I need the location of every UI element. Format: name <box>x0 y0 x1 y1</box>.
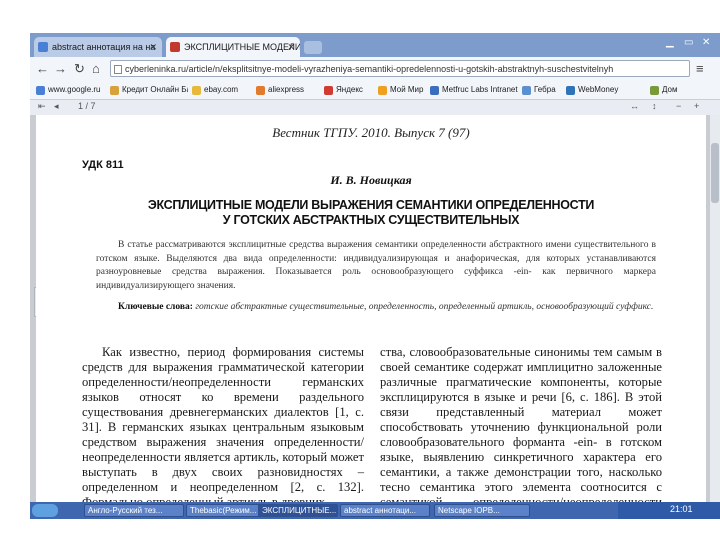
wrench-menu-icon[interactable]: ≡ <box>696 61 704 76</box>
body-column-right: ства, словообразовательные синонимы тем … <box>380 345 662 502</box>
left-margin-area <box>0 0 30 540</box>
bookmark-favicon-icon <box>566 86 575 95</box>
tab-abstract[interactable]: abstract аннотация на на ✕ <box>34 37 162 57</box>
page-indicator[interactable]: 1 / 7 <box>78 101 96 111</box>
body-column-left: Как известно, период формирования систем… <box>82 345 364 502</box>
bookmark-favicon-icon <box>430 86 439 95</box>
forward-icon[interactable]: → <box>54 61 67 77</box>
close-tab-icon[interactable]: ✕ <box>149 37 157 57</box>
page-icon <box>114 65 122 74</box>
cyberleninka-favicon-icon <box>170 42 180 52</box>
pdf-viewer: › Вестник ТГПУ. 2010. Выпуск 7 (97) УДК … <box>30 115 720 502</box>
url-text: cyberleninka.ru/article/n/eksplitsitnye-… <box>125 64 614 74</box>
address-bar[interactable]: cyberleninka.ru/article/n/eksplitsitnye-… <box>110 60 690 77</box>
close-window-icon[interactable]: ✕ <box>702 37 710 48</box>
journal-header: Вестник ТГПУ. 2010. Выпуск 7 (97) <box>272 125 470 140</box>
fit-width-icon[interactable]: ↔ <box>630 101 639 111</box>
zoom-in-icon[interactable]: + <box>694 101 699 111</box>
bookmark-favicon-icon <box>522 86 531 95</box>
scrollbar-thumb[interactable] <box>711 143 719 203</box>
bookmark-favicon-icon <box>256 86 265 95</box>
bookmark-favicon-icon <box>378 86 387 95</box>
taskbar-item-active[interactable]: ЭКСПЛИЦИТНЫЕ... <box>258 504 338 517</box>
tab-article[interactable]: ЭКСПЛИЦИТНЫЕ МОДЕЛИ ✕ <box>166 37 300 57</box>
document-page: Вестник ТГПУ. 2010. Выпуск 7 (97) УДК 81… <box>36 115 706 502</box>
article-title-line1: ЭКСПЛИЦИТНЫЕ МОДЕЛИ ВЫРАЖЕНИЯ СЕМАНТИКИ … <box>147 198 595 212</box>
first-page-icon[interactable]: ⇤ <box>38 101 46 112</box>
keywords-paragraph: Ключевые слова: готские абстрактные суще… <box>96 301 656 315</box>
udk-code: УДК 811 <box>82 159 124 171</box>
system-tray <box>618 502 720 519</box>
pdf-toolbar: ⇤ ◂ 1 / 7 ↔ ↕ − + <box>30 100 720 116</box>
keywords-text: готские абстрактные существительные, опр… <box>195 302 654 312</box>
minimize-icon[interactable]: ▁ <box>666 37 674 48</box>
start-button[interactable] <box>32 504 58 517</box>
taskbar-item[interactable]: Netscape IOPB... <box>434 504 530 517</box>
abstract-text: В статье рассматриваются эксплицитные ср… <box>96 240 656 291</box>
tab-label: abstract аннотация на на <box>52 42 156 52</box>
bookmark-item[interactable]: Дом <box>650 83 710 97</box>
bookmark-item[interactable]: Гебра <box>522 83 562 97</box>
bookmark-item[interactable]: Яндекс <box>324 83 374 97</box>
taskbar-item[interactable]: abstract аннотаци... <box>340 504 430 517</box>
bookmark-item[interactable]: Мой Мир <box>378 83 426 97</box>
new-tab-button[interactable] <box>304 41 322 54</box>
bookmarks-bar: www.google.ru Кредит Онлайн Банк ebay.co… <box>30 81 720 100</box>
google-favicon-icon <box>38 42 48 52</box>
browser-toolbar: ← → ↻ ⌂ cyberleninka.ru/article/n/ekspli… <box>30 57 720 81</box>
bookmark-item[interactable]: www.google.ru <box>36 83 106 97</box>
clock: 21:01 <box>670 504 693 514</box>
bookmark-item[interactable]: Кредит Онлайн Банк <box>110 83 188 97</box>
bookmark-favicon-icon <box>324 86 333 95</box>
browser-window: abstract аннотация на на ✕ ЭКСПЛИЦИТНЫЕ … <box>30 33 720 519</box>
tab-strip: abstract аннотация на на ✕ ЭКСПЛИЦИТНЫЕ … <box>30 33 720 57</box>
windows-taskbar: Англо-Русский тез... Thebasic(Режим... Э… <box>30 502 720 519</box>
bookmark-item[interactable]: WebMoney <box>566 83 622 97</box>
keywords-label: Ключевые слова: <box>118 302 193 312</box>
bottom-margin-area <box>0 519 720 540</box>
bookmark-item[interactable]: Metfruc Labs Intranet <box>430 83 518 97</box>
maximize-icon[interactable]: ▭ <box>684 37 693 48</box>
bookmark-favicon-icon <box>192 86 201 95</box>
tab-label: ЭКСПЛИЦИТНЫЕ МОДЕЛИ <box>184 42 300 52</box>
close-tab-icon[interactable]: ✕ <box>287 37 295 57</box>
home-icon[interactable]: ⌂ <box>92 61 100 77</box>
bookmark-item[interactable]: ebay.com <box>192 83 252 97</box>
author-name: И. В. Новицкая <box>330 173 412 187</box>
article-title-line2: У ГОТСКИХ АБСТРАКТНЫХ СУЩЕСТВИТЕЛЬНЫХ <box>222 213 520 227</box>
previous-page-icon[interactable]: ◂ <box>54 101 59 112</box>
bookmark-favicon-icon <box>110 86 119 95</box>
bookmark-favicon-icon <box>650 86 659 95</box>
bookmark-favicon-icon <box>36 86 45 95</box>
fit-page-icon[interactable]: ↕ <box>652 101 657 111</box>
reload-icon[interactable]: ↻ <box>74 61 85 77</box>
bookmark-item[interactable]: aliexpress <box>256 83 320 97</box>
taskbar-item[interactable]: Англо-Русский тез... <box>84 504 184 517</box>
zoom-out-icon[interactable]: − <box>676 101 681 111</box>
back-icon[interactable]: ← <box>36 61 49 77</box>
